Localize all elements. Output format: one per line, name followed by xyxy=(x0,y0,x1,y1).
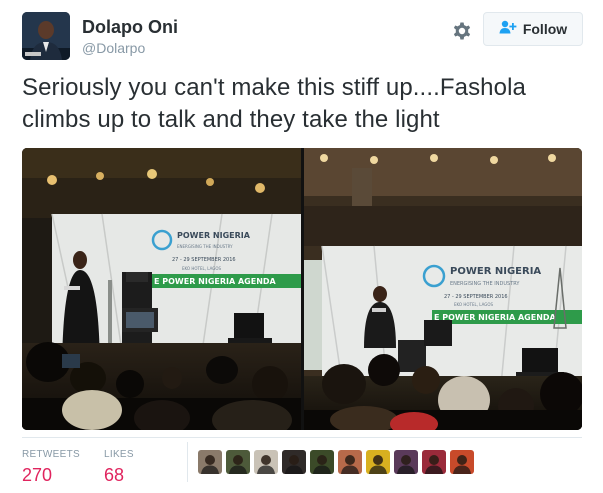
liker-avatar[interactable] xyxy=(394,450,418,474)
stats-divider xyxy=(187,442,188,482)
gear-icon[interactable] xyxy=(450,19,474,43)
retweets-label: RETWEETS xyxy=(22,449,80,460)
liker-avatar[interactable] xyxy=(366,450,390,474)
add-user-icon xyxy=(499,20,517,39)
banner-title: POWER NIGERIA xyxy=(177,231,251,240)
banner-tagline: ENERGISING THE INDUSTRY xyxy=(177,244,233,249)
tweet-header: Dolapo Oni @Dolarpo Follow xyxy=(22,12,584,60)
display-name[interactable]: Dolapo Oni xyxy=(82,16,178,38)
liker-avatar[interactable] xyxy=(226,450,250,474)
banner-tagline: ENERGISING THE INDUSTRY xyxy=(450,281,520,287)
banner-dates: 27 - 29 SEPTEMBER 2016 xyxy=(444,294,508,300)
avatar[interactable] xyxy=(22,12,70,60)
liker-avatar[interactable] xyxy=(198,450,222,474)
liker-avatar[interactable] xyxy=(338,450,362,474)
follow-button[interactable]: Follow xyxy=(483,12,583,46)
photo-left[interactable]: POWER NIGERIA ENERGISING THE INDUSTRY 27… xyxy=(22,148,301,430)
likes-stat[interactable]: LIKES 68 xyxy=(104,449,134,486)
tweet-media[interactable]: POWER NIGERIA ENERGISING THE INDUSTRY 27… xyxy=(22,148,582,430)
banner-title: POWER NIGERIA xyxy=(450,266,541,277)
banner-dates: 27 - 29 SEPTEMBER 2016 xyxy=(172,257,236,263)
likes-count: 68 xyxy=(104,465,125,485)
liker-avatar[interactable] xyxy=(282,450,306,474)
retweets-stat[interactable]: RETWEETS 270 xyxy=(22,449,80,486)
liker-avatar[interactable] xyxy=(422,450,446,474)
retweets-count: 270 xyxy=(22,465,53,485)
user-handle[interactable]: @Dolarpo xyxy=(82,39,178,57)
liker-avatars xyxy=(198,450,474,474)
liker-avatar[interactable] xyxy=(310,450,334,474)
liker-avatar[interactable] xyxy=(254,450,278,474)
banner-strip: E POWER NIGERIA AGENDA xyxy=(154,277,277,286)
banner-venue: EKO HOTEL, LAGOS xyxy=(454,302,493,307)
likes-label: LIKES xyxy=(104,449,134,460)
banner-strip: E POWER NIGERIA AGENDA xyxy=(434,313,557,322)
tweet-text: Seriously you can't make this stiff up..… xyxy=(22,74,526,133)
follow-label: Follow xyxy=(522,21,568,37)
photo-right[interactable]: POWER NIGERIA ENERGISING THE INDUSTRY 27… xyxy=(304,148,582,430)
banner-venue: EKO HOTEL, LAGOS xyxy=(182,266,221,271)
tweet-stats: RETWEETS 270 LIKES 68 xyxy=(22,437,582,485)
liker-avatar[interactable] xyxy=(450,450,474,474)
